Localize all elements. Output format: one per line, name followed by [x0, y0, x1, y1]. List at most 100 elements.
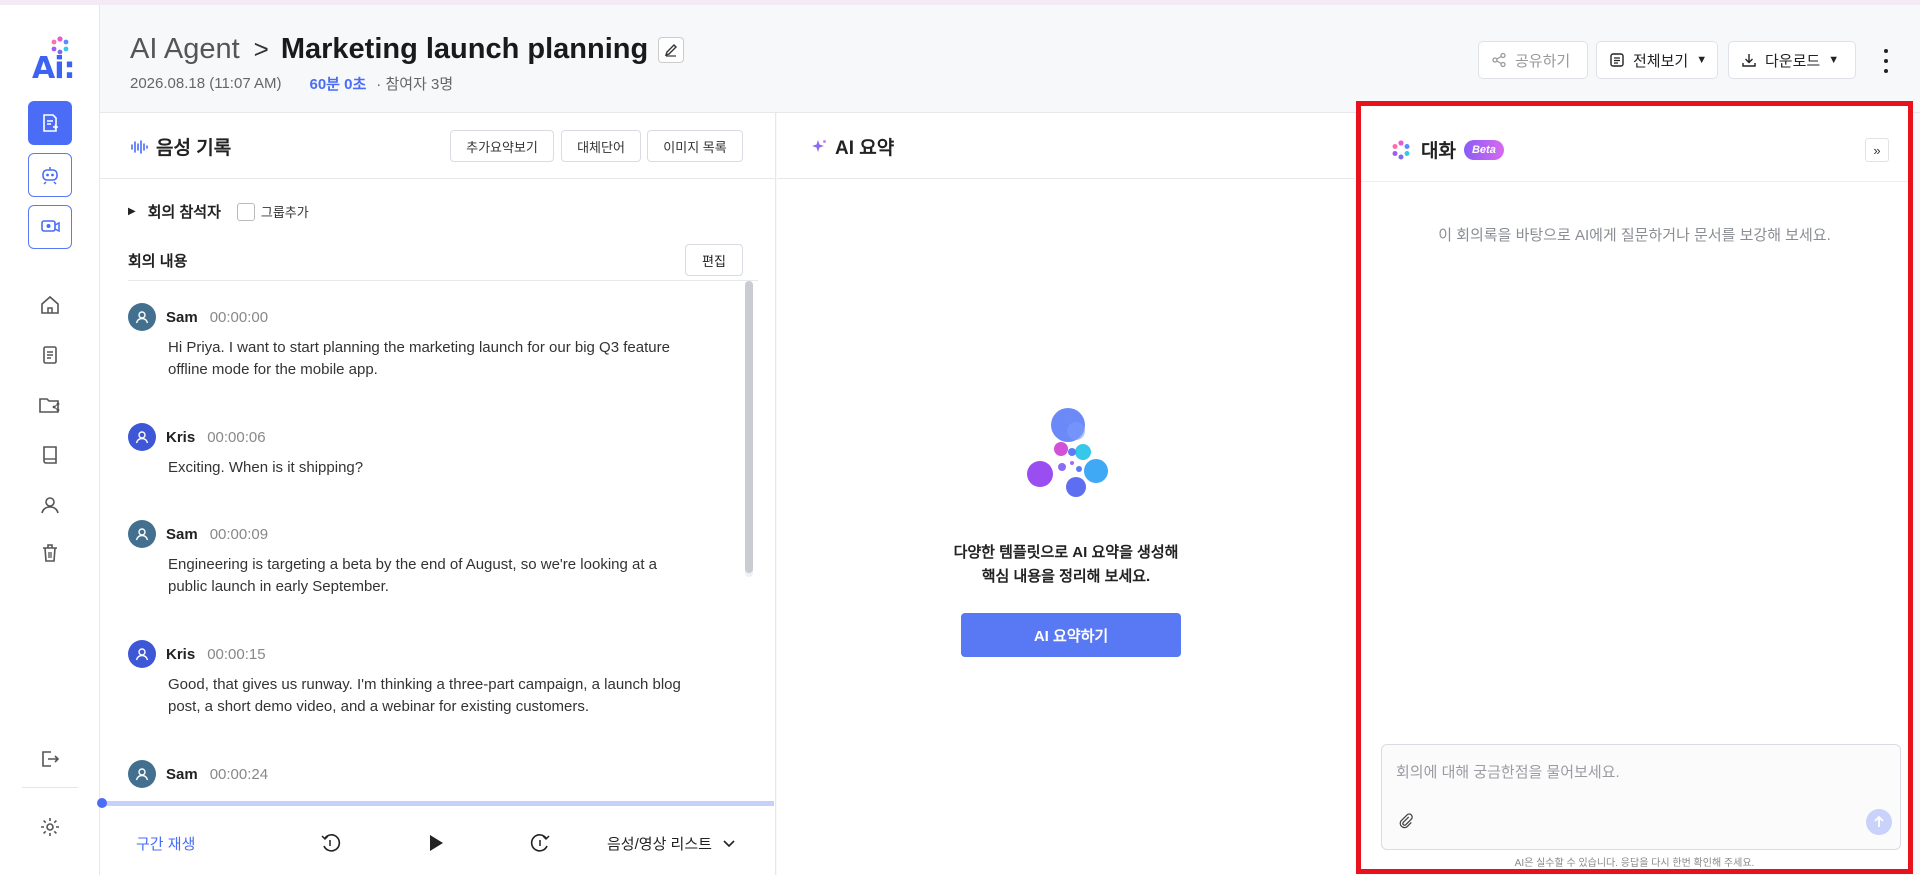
chat-input-box[interactable]: 회의에 대해 궁금한점을 물어보세요.: [1381, 744, 1901, 850]
document-list-icon: [43, 346, 57, 364]
collapse-panel-button[interactable]: »: [1865, 138, 1889, 162]
image-list-button[interactable]: 이미지 목록: [647, 130, 743, 162]
sparkle-icon: [812, 139, 826, 152]
substitute-words-button[interactable]: 대체단어: [561, 130, 641, 162]
breadcrumb: AI Agent > Marketing launch planning: [130, 33, 685, 66]
download-dropdown[interactable]: 다운로드 ▼: [1728, 41, 1856, 79]
share-label: 공유하기: [1515, 52, 1571, 70]
ai-summarize-button[interactable]: AI 요약하기: [961, 613, 1181, 657]
page-header: AI Agent > Marketing launch planning 202…: [100, 5, 1920, 113]
group-add-checkbox[interactable]: [236, 202, 255, 221]
app-logo[interactable]: Ai:: [28, 33, 75, 86]
trash-icon: [43, 544, 57, 562]
forward-button[interactable]: [525, 828, 555, 858]
timestamp[interactable]: 00:00:09: [210, 526, 268, 543]
ai-bubbles-illustration-icon: [1027, 408, 1108, 497]
edit-title-button[interactable]: [658, 36, 685, 63]
trash-nav[interactable]: [36, 539, 64, 567]
view-all-label: 전체보기: [1633, 52, 1689, 70]
playback-progress-bar[interactable]: [97, 798, 774, 808]
kebab-dot: [1884, 59, 1888, 63]
person-icon: [135, 768, 149, 781]
paperclip-icon[interactable]: [1396, 811, 1416, 831]
summary-message-line1: 다양한 템플릿으로 AI 요약을 생성해: [953, 544, 1179, 561]
rail-divider: [22, 787, 78, 788]
library-nav[interactable]: [36, 441, 64, 469]
transcript-item: Kris 00:00:06 Exciting. When is it shipp…: [128, 423, 708, 479]
speaker-name: Sam: [166, 765, 198, 783]
download-icon: [1742, 54, 1756, 67]
avatar: [128, 640, 156, 668]
play-icon: [430, 835, 443, 851]
caret-down-icon: ▼: [1696, 54, 1708, 66]
new-note-icon: [43, 114, 58, 132]
breadcrumb-root[interactable]: AI Agent: [130, 33, 240, 66]
share-button[interactable]: 공유하기: [1478, 41, 1588, 79]
beta-badge: Beta: [1463, 139, 1504, 160]
document-view-icon: [1610, 53, 1624, 67]
documents-nav[interactable]: [36, 341, 64, 369]
forward-icon: [530, 834, 550, 852]
summary-panel-header: AI 요약: [777, 113, 1355, 179]
page-title: Marketing launch planning: [280, 33, 649, 65]
rewind-icon: [321, 834, 341, 852]
transcript-scrollbar[interactable]: [745, 281, 753, 577]
person-icon: [135, 528, 149, 541]
speaker-name: Sam: [166, 525, 198, 543]
profile-nav[interactable]: [36, 491, 64, 519]
chat-input-placeholder[interactable]: 회의에 대해 궁금한점을 물어보세요.: [1396, 761, 1620, 782]
voice-panel-title: 음성 기록: [130, 133, 231, 160]
avatar: [128, 303, 156, 331]
transcript-list[interactable]: Sam 00:00:00 Hi Priya. I want to start p…: [128, 285, 708, 790]
chat-panel-header: 대화 Beta »: [1361, 106, 1908, 182]
timestamp[interactable]: 00:00:24: [210, 766, 268, 783]
summary-title-text: AI 요약: [835, 138, 895, 159]
person-icon: [135, 431, 149, 444]
settings-nav[interactable]: [36, 813, 64, 841]
summary-empty-message: 다양한 템플릿으로 AI 요약을 생성해 핵심 내용을 정리해 보세요.: [777, 541, 1355, 589]
video-record-button[interactable]: [28, 205, 72, 249]
logout-nav[interactable]: [36, 745, 64, 773]
view-all-dropdown[interactable]: 전체보기 ▼: [1596, 41, 1718, 79]
timestamp[interactable]: 00:00:06: [207, 429, 265, 446]
summary-message-line2: 핵심 내용을 정리해 보세요.: [981, 568, 1151, 585]
shared-folder-nav[interactable]: [36, 391, 64, 419]
audio-wave-icon: [131, 139, 148, 154]
group-add-label[interactable]: 그룹추가: [261, 202, 309, 221]
more-summary-button[interactable]: 추가요약보기: [450, 130, 554, 162]
new-note-button[interactable]: [28, 101, 72, 145]
rewind-button[interactable]: [316, 828, 346, 858]
ai-bot-button[interactable]: [28, 153, 72, 197]
participants-label[interactable]: 회의 참석자: [148, 201, 221, 222]
utterance-text: Engineering is targeting a beta by the e…: [168, 556, 658, 595]
expand-triangle-icon[interactable]: ▶: [128, 206, 136, 217]
segment-play-button[interactable]: 구간 재생: [136, 833, 195, 854]
timestamp[interactable]: 00:00:15: [207, 646, 265, 663]
kebab-dot: [1884, 49, 1888, 53]
logout-icon: [42, 751, 60, 767]
shared-folder-icon: [39, 398, 60, 413]
progress-handle[interactable]: [97, 798, 107, 808]
transcript-item: Sam 00:00:24: [128, 760, 708, 788]
media-list-dropdown[interactable]: 음성/영상 리스트: [607, 833, 736, 854]
chat-panel-title: 대화 Beta: [1391, 136, 1504, 163]
more-options-button[interactable]: [1876, 49, 1896, 73]
play-button[interactable]: [420, 828, 450, 858]
edit-transcript-button[interactable]: 편집: [685, 244, 743, 276]
speaker-name: Kris: [166, 428, 196, 446]
scrollbar-thumb[interactable]: [745, 281, 753, 573]
person-icon: [135, 311, 149, 324]
playback-controls: 구간 재생 음성/영상 리스트: [100, 810, 776, 875]
book-icon: [43, 446, 57, 464]
utterance-text: Exciting. When is it shipping?: [168, 459, 364, 476]
utterance-text: Good, that gives us runway. I'm thinking…: [168, 676, 681, 715]
transcript-item: Sam 00:00:09 Engineering is targeting a …: [128, 520, 708, 598]
ai-summary-panel: AI 요약 다양한 템플릿으로 AI 요약을 생성해 핵심 내용을 정리해 보세…: [777, 113, 1355, 875]
send-button[interactable]: [1866, 809, 1892, 835]
timestamp[interactable]: 00:00:00: [210, 309, 268, 326]
participants-row: ▶ 회의 참석자 그룹추가: [128, 201, 309, 222]
share-icon: [1492, 52, 1506, 68]
speaker-name: Sam: [166, 308, 198, 326]
home-nav[interactable]: [36, 291, 64, 319]
meeting-duration: 60분 0초: [309, 76, 367, 93]
